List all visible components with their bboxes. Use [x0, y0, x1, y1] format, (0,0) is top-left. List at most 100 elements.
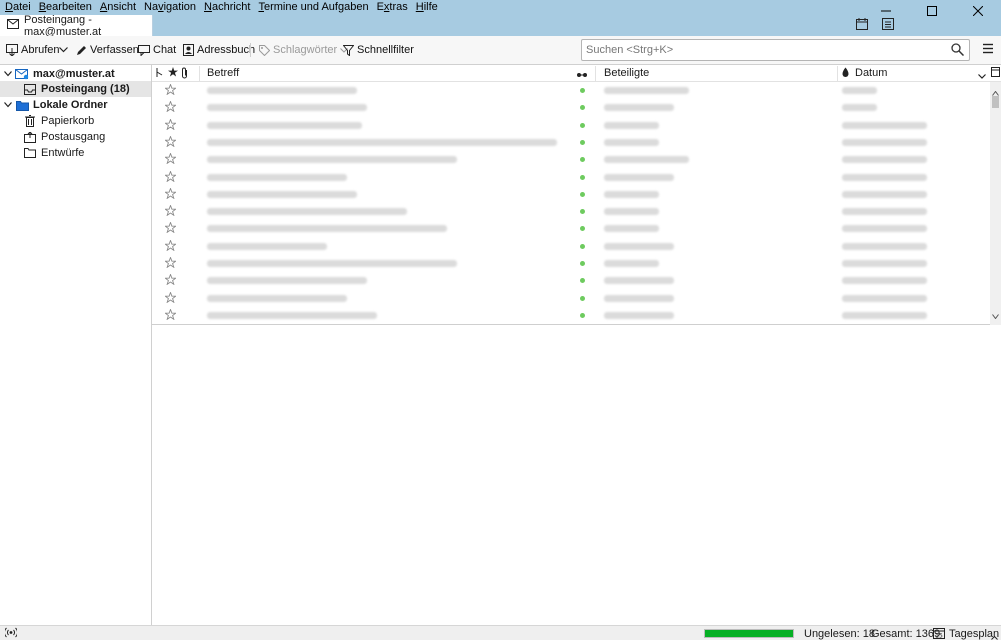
folder-drafts[interactable]: Entwürfe [0, 145, 151, 161]
scroll-down-icon[interactable] [992, 308, 999, 322]
star-icon[interactable] [163, 152, 178, 167]
star-column-icon[interactable] [168, 67, 178, 80]
table-row[interactable] [152, 255, 990, 272]
blurred-correspondent [604, 260, 659, 267]
star-icon[interactable] [163, 204, 178, 219]
blurred-correspondent [604, 138, 659, 146]
address-book-button[interactable]: Adressbuch [183, 41, 255, 59]
star-icon[interactable] [163, 256, 178, 271]
star-icon[interactable] [163, 238, 178, 254]
blurred-correspondent [604, 242, 674, 250]
column-subject[interactable]: Betreff [207, 67, 239, 79]
today-pane-icon[interactable]: 15 [933, 627, 945, 640]
search-input[interactable]: Suchen <Strg+K> [581, 39, 970, 61]
chat-button[interactable]: Chat [138, 41, 176, 59]
star-icon[interactable] [163, 100, 178, 115]
table-row[interactable] [152, 82, 990, 99]
status-dot [580, 88, 585, 93]
blurred-correspondent [604, 311, 674, 319]
star-icon[interactable] [163, 221, 178, 236]
get-mail-dropdown[interactable] [59, 41, 71, 59]
attachment-column-icon[interactable] [181, 67, 189, 82]
outbox-icon [23, 130, 37, 144]
main-toolbar: Abrufen Verfassen Chat Adressbuch Schlag… [0, 36, 1001, 65]
search-placeholder: Suchen <Strg+K> [586, 44, 674, 56]
get-mail-label: Abrufen [21, 44, 60, 56]
table-row[interactable] [152, 203, 990, 220]
folder-inbox[interactable]: Posteingang (18) [0, 81, 151, 97]
column-correspondents[interactable]: Beteiligte [604, 67, 649, 79]
blurred-date [842, 311, 927, 319]
correspondent-column-icon[interactable] [577, 69, 587, 81]
tasks-icon[interactable] [881, 17, 895, 31]
calendar-icon[interactable] [855, 17, 869, 31]
star-icon[interactable] [163, 308, 178, 323]
get-mail-button[interactable]: Abrufen [6, 41, 60, 59]
message-preview-pane [152, 325, 1001, 625]
compose-button[interactable]: Verfassen [76, 41, 139, 59]
thread-column-icon[interactable] [156, 67, 164, 81]
chevron-up-icon[interactable] [991, 631, 998, 640]
local-folders-icon [15, 98, 29, 112]
menu-item[interactable]: Termine und Aufgaben [254, 0, 372, 15]
star-icon[interactable] [163, 187, 178, 202]
thread-pane: Betreff Beteiligte Datum [152, 65, 1001, 325]
scrollbar-thumb[interactable] [992, 96, 999, 108]
table-row[interactable] [152, 272, 990, 289]
chat-bubble-icon [138, 44, 150, 56]
folder-icon [23, 146, 37, 160]
tags-button[interactable]: Schlagwörter [259, 41, 351, 59]
blurred-subject [207, 173, 347, 181]
table-row[interactable] [152, 169, 990, 186]
table-row[interactable] [152, 99, 990, 116]
star-icon[interactable] [163, 117, 178, 133]
blurred-date [842, 260, 927, 267]
chevron-down-icon[interactable] [978, 70, 986, 82]
column-date[interactable]: Datum [855, 67, 887, 79]
folder-local[interactable]: Lokale Ordner [0, 97, 151, 113]
table-row[interactable] [152, 117, 990, 134]
chat-label: Chat [153, 44, 177, 56]
drafts-label: Entwürfe [41, 147, 85, 159]
status-dot [580, 226, 585, 232]
status-dot [580, 157, 585, 163]
chevron-down-icon[interactable] [4, 71, 12, 77]
search-icon[interactable] [951, 43, 965, 59]
table-row[interactable] [152, 307, 990, 324]
thread-scrollbar[interactable] [990, 82, 1001, 325]
menu-item[interactable]: Hilfe [412, 0, 442, 15]
star-icon[interactable] [163, 273, 178, 288]
junk-column-icon[interactable] [842, 67, 849, 80]
table-row[interactable] [152, 238, 990, 255]
blurred-subject [207, 294, 347, 302]
star-icon[interactable] [163, 169, 178, 185]
star-icon[interactable] [163, 135, 178, 150]
table-row[interactable] [152, 290, 990, 307]
blurred-date [842, 190, 927, 198]
table-row[interactable] [152, 186, 990, 203]
status-dot [580, 139, 585, 145]
close-window-button[interactable] [955, 0, 1001, 22]
app-menu-button[interactable] [982, 43, 994, 57]
folder-outbox[interactable]: Postausgang [0, 129, 151, 145]
table-row[interactable] [152, 134, 990, 151]
online-status-icon[interactable] [4, 627, 18, 640]
folder-account[interactable]: max@muster.at [0, 66, 151, 82]
table-row[interactable] [152, 151, 990, 168]
chevron-down-icon[interactable] [4, 102, 12, 108]
star-icon[interactable] [163, 83, 178, 98]
folder-trash[interactable]: Papierkorb [0, 113, 151, 129]
table-row[interactable] [152, 220, 990, 237]
star-icon[interactable] [163, 290, 178, 306]
blurred-correspondent [604, 225, 659, 233]
compose-label: Verfassen [90, 44, 139, 56]
menu-item[interactable]: Extras [373, 0, 412, 15]
pencil-icon [77, 45, 86, 55]
maximize-button[interactable] [909, 0, 955, 22]
quick-filter-button[interactable]: Schnellfilter [343, 41, 414, 59]
blurred-subject [207, 121, 362, 129]
download-icon [6, 44, 18, 56]
column-picker-icon[interactable] [991, 67, 1000, 80]
tab-inbox[interactable]: Posteingang - max@muster.at [0, 14, 153, 38]
menu-item[interactable]: Nachricht [200, 0, 254, 15]
